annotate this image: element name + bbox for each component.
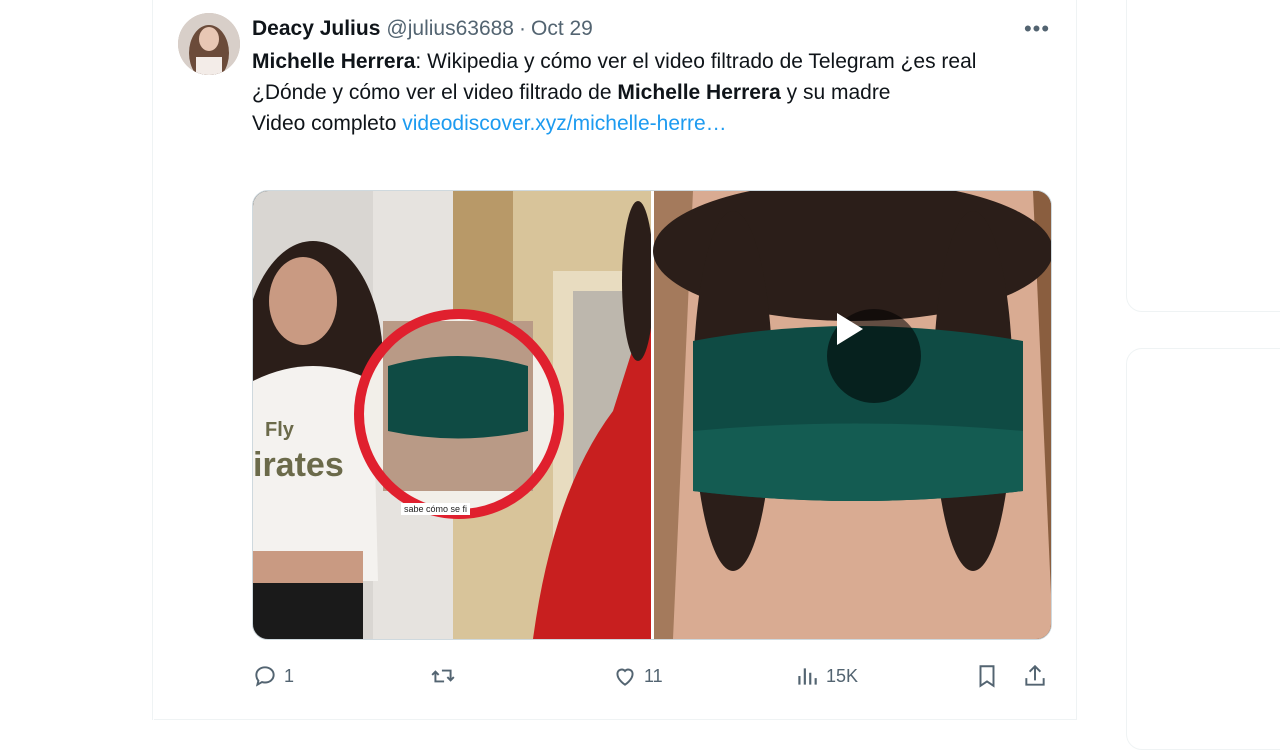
tweet-text: Michelle Herrera: Wikipedia y cómo ver e…: [252, 46, 1042, 139]
tweet-line-3-prefix: Video completo: [252, 112, 403, 135]
shirt-text-2: irates: [253, 446, 344, 484]
share-icon: [1025, 664, 1045, 686]
tweet-line-2-suffix: y su madre: [780, 81, 891, 104]
author-handle[interactable]: @julius63688: [386, 17, 514, 41]
share-button[interactable]: [1022, 658, 1048, 694]
sidebar-card-bottom: [1126, 348, 1280, 750]
play-icon: [837, 313, 863, 345]
shirt-text-1: Fly: [265, 419, 295, 441]
retweet-icon: [431, 669, 455, 683]
bookmark-icon: [979, 665, 995, 688]
highlighted-name: Michelle Herrera: [252, 50, 416, 73]
separator-dot: ·: [518, 17, 526, 40]
sidebar-card-top: [1126, 0, 1280, 312]
views-icon: [798, 668, 817, 685]
more-options-button[interactable]: •••: [1022, 14, 1052, 44]
reply-button[interactable]: 1: [252, 658, 294, 694]
heart-icon: [616, 668, 634, 686]
like-button[interactable]: 11: [612, 658, 663, 694]
media-container[interactable]: Fly irates sabe cómo se fi: [252, 190, 1052, 640]
tweet-actions: 1 11 15K: [252, 658, 1052, 694]
avatar[interactable]: [178, 13, 240, 75]
tweet-link[interactable]: videodiscover.xyz/michelle-herre…: [402, 112, 726, 135]
tweet-line-1: Michelle Herrera: Wikipedia y cómo ver e…: [252, 46, 1042, 77]
retweet-button[interactable]: [430, 658, 462, 694]
media-caption: sabe cómo se fi: [401, 503, 471, 515]
views-button[interactable]: 15K: [794, 658, 858, 694]
like-count: 11: [644, 665, 663, 686]
tweet[interactable]: Deacy Julius @julius63688 · Oct 29 ••• M…: [154, 0, 1076, 720]
media-image: Fly irates: [253, 191, 1051, 639]
bookmark-button[interactable]: [974, 658, 1000, 694]
highlighted-name: Michelle Herrera: [617, 81, 781, 104]
reply-count: 1: [284, 665, 295, 686]
timeline-left-border: [152, 0, 153, 720]
author-name[interactable]: Deacy Julius: [252, 17, 380, 41]
play-video-button[interactable]: [827, 309, 921, 403]
tweet-line-2: ¿Dónde y cómo ver el video filtrado de M…: [252, 77, 1042, 108]
timeline-right-border: [1076, 0, 1077, 720]
tweet-line-3: Video completo videodiscover.xyz/michell…: [252, 108, 1042, 139]
tweet-line-2-prefix: ¿Dónde y cómo ver el video filtrado de: [252, 81, 618, 104]
reply-icon: [255, 666, 275, 687]
tweet-date[interactable]: Oct 29: [531, 17, 593, 41]
views-count: 15K: [826, 665, 859, 686]
avatar-image: [178, 13, 240, 75]
tweet-header: Deacy Julius @julius63688 · Oct 29: [252, 14, 1052, 44]
tweet-line-1-rest: : Wikipedia y cómo ver el video filtrado…: [415, 50, 977, 73]
